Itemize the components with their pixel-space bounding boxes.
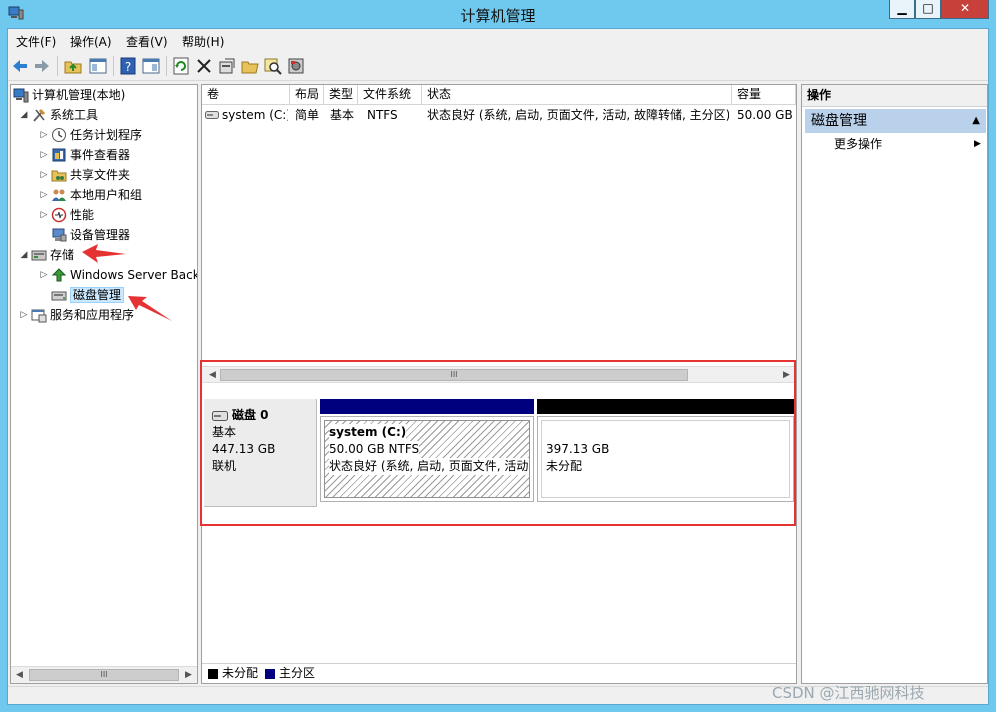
collapse-arrow-icon[interactable]: ◢ xyxy=(17,105,31,125)
toolbar-separator xyxy=(166,56,167,76)
tree-item-system-tools[interactable]: ◢ 系统工具 xyxy=(17,105,98,125)
tree-item-shared-folders[interactable]: ▷ 共享文件夹 xyxy=(37,165,130,185)
open-folder-icon[interactable] xyxy=(240,56,260,76)
delete-icon[interactable] xyxy=(194,56,214,76)
close-button[interactable]: ✕ xyxy=(941,0,989,19)
more-actions-item[interactable]: 更多操作 xyxy=(834,135,882,153)
toolbar-separator xyxy=(57,56,58,76)
expand-arrow-icon[interactable]: ▷ xyxy=(37,145,51,165)
help-icon[interactable]: ? xyxy=(118,56,138,76)
column-header-filesystem[interactable]: 文件系统 xyxy=(358,85,422,105)
expand-arrow-icon[interactable]: ▷ xyxy=(37,265,51,285)
legend-swatch-primary xyxy=(265,669,275,679)
column-header-volume[interactable]: 卷 xyxy=(202,85,290,105)
window-title: 计算机管理 xyxy=(460,7,536,25)
disk-icon[interactable] xyxy=(286,56,306,76)
cell-layout: 简单 xyxy=(295,108,320,122)
cell-volume: system (C:) xyxy=(222,108,288,122)
actions-section-disk-management[interactable]: 磁盘管理 ▲ xyxy=(805,109,986,133)
expand-arrow-icon[interactable]: ▷ xyxy=(37,185,51,205)
users-icon xyxy=(52,189,66,201)
tools-icon xyxy=(33,108,46,122)
collapse-arrow-icon[interactable]: ◢ xyxy=(17,245,31,265)
svg-text:?: ? xyxy=(125,60,131,74)
expand-arrow-icon[interactable]: ▷ xyxy=(37,125,51,145)
show-hide-tree-icon[interactable] xyxy=(88,56,108,76)
performance-icon xyxy=(51,207,67,223)
column-header-status[interactable]: 状态 xyxy=(422,85,732,105)
legend-swatch-unallocated xyxy=(208,669,218,679)
device-manager-icon xyxy=(52,228,67,242)
tree-item-device-manager[interactable]: 设备管理器 xyxy=(51,225,130,245)
column-header-type[interactable]: 类型 xyxy=(324,85,358,105)
tree-item-task-scheduler[interactable]: ▷ 任务计划程序 xyxy=(37,125,142,145)
expand-arrow-icon[interactable]: ▷ xyxy=(37,165,51,185)
actions-pane: 操作 磁盘管理 ▲ 更多操作 ▶ xyxy=(801,84,988,684)
storage-icon xyxy=(31,250,47,261)
legend-label-unallocated: 未分配 xyxy=(222,666,259,680)
up-folder-icon[interactable] xyxy=(63,56,83,76)
tree-item-disk-management[interactable]: 磁盘管理 xyxy=(51,285,125,305)
cell-filesystem: NTFS xyxy=(367,108,398,122)
watermark: CSDN @江西驰网科技 xyxy=(772,684,925,702)
backup-icon xyxy=(51,268,67,282)
event-log-icon xyxy=(52,148,66,162)
actions-header: 操作 xyxy=(802,85,987,107)
back-icon[interactable] xyxy=(10,56,30,76)
scroll-thumb[interactable]: III xyxy=(29,669,179,681)
menu-action[interactable]: 操作(A) xyxy=(70,33,112,50)
clock-icon xyxy=(52,128,66,142)
tree-horizontal-scrollbar[interactable]: ◀ III ▶ xyxy=(11,666,197,683)
legend: 未分配 主分区 xyxy=(202,663,796,683)
disk-properties-icon[interactable] xyxy=(217,56,237,76)
menu-file[interactable]: 文件(F) xyxy=(16,33,56,50)
computer-management-icon xyxy=(13,88,29,103)
minimize-button[interactable]: ▁ xyxy=(889,0,915,19)
toolbar-separator xyxy=(113,56,114,76)
menu-help[interactable]: 帮助(H) xyxy=(182,33,224,50)
cell-type: 基本 xyxy=(330,108,355,122)
column-header-layout[interactable]: 布局 xyxy=(290,85,324,105)
scroll-right-icon[interactable]: ▶ xyxy=(180,667,197,683)
services-icon xyxy=(31,309,47,323)
menu-bar: 文件(F) 操作(A) 查看(V) 帮助(H) xyxy=(8,29,988,51)
expand-arrow-icon[interactable]: ▷ xyxy=(17,305,31,325)
tree-item-root[interactable]: 计算机管理(本地) xyxy=(13,85,125,105)
annotation-highlight-box xyxy=(200,360,796,526)
title-bar: 计算机管理 ▁ □ ✕ xyxy=(0,0,996,28)
cell-status: 状态良好 (系统, 启动, 页面文件, 活动, 故障转储, 主分区) xyxy=(427,108,729,122)
tree-item-storage[interactable]: ◢ 存储 xyxy=(17,245,74,265)
search-icon[interactable] xyxy=(263,56,283,76)
navigation-tree: 计算机管理(本地) ◢ 系统工具 ▷ 任务计划程序 ▷ 事件查看器 ▷ 共享文件夹 ▷ 本… xyxy=(10,84,198,684)
submenu-arrow-icon[interactable]: ▶ xyxy=(974,135,981,153)
tree-item-windows-backup[interactable]: ▷ Windows Server Back xyxy=(37,265,197,285)
maximize-button[interactable]: □ xyxy=(915,0,941,19)
volume-drive-icon xyxy=(205,111,219,119)
refresh-icon[interactable] xyxy=(171,56,191,76)
menu-view[interactable]: 查看(V) xyxy=(126,33,168,50)
disk-management-icon xyxy=(51,291,67,301)
expand-arrow-icon[interactable]: ▷ xyxy=(37,205,51,225)
tree-item-performance[interactable]: ▷ 性能 xyxy=(37,205,94,225)
shared-folder-icon xyxy=(51,170,67,182)
tree-item-services-apps[interactable]: ▷ 服务和应用程序 xyxy=(17,305,134,325)
properties-icon[interactable] xyxy=(141,56,161,76)
tree-item-local-users[interactable]: ▷ 本地用户和组 xyxy=(37,185,142,205)
forward-icon[interactable] xyxy=(32,56,52,76)
column-header-capacity[interactable]: 容量 xyxy=(732,85,796,105)
actions-section-label: 磁盘管理 xyxy=(811,113,867,129)
collapse-up-icon[interactable]: ▲ xyxy=(972,109,980,133)
tree-item-event-viewer[interactable]: ▷ 事件查看器 xyxy=(37,145,130,165)
scroll-left-icon[interactable]: ◀ xyxy=(11,667,28,683)
cell-capacity: 50.00 GB xyxy=(737,108,793,122)
toolbar: ? xyxy=(8,51,988,81)
legend-label-primary: 主分区 xyxy=(279,666,316,680)
